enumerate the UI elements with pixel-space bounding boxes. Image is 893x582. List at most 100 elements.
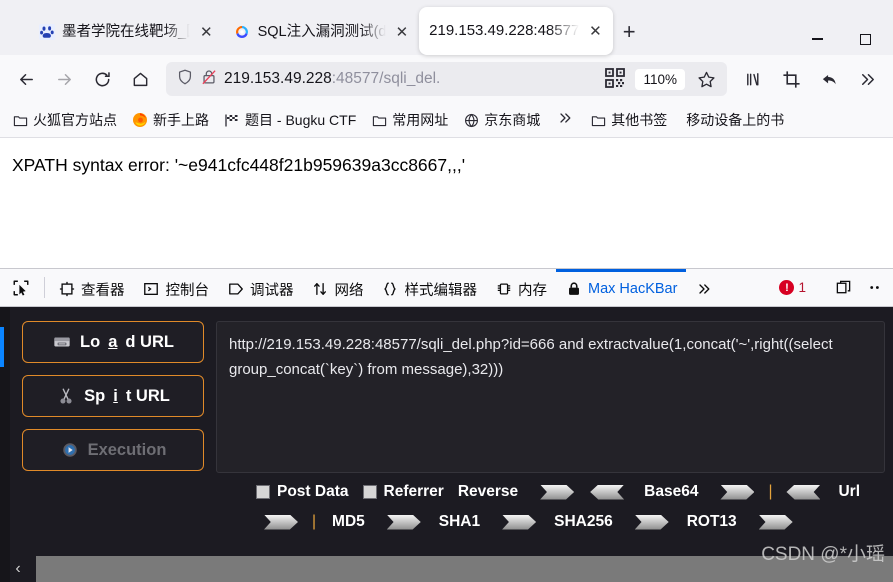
devtools-tab-label: 调试器 [250,282,294,299]
sha256-arrow-icon[interactable] [634,514,669,530]
tab-title: 219.153.49.228:48577/ [429,22,580,39]
reverse-encode-arrow-icon[interactable] [540,484,575,500]
library-icon[interactable] [735,62,771,96]
watermark: CSDN @*小瑶 [761,544,885,565]
load-url-button[interactable]: Lo a d URL [22,321,204,363]
referrer-checkbox[interactable] [362,485,377,499]
rot13-arrow-icon[interactable] [758,514,793,530]
new-tab-button[interactable]: + [613,19,646,45]
more-options-icon[interactable] [861,274,889,302]
bookmark-item-bugku-ctf[interactable]: 题目 - Bugku CTF [218,107,362,133]
sha256-label[interactable]: SHA256 [554,513,613,531]
folder-icon [12,112,28,128]
devtools-tabs-overflow[interactable] [686,269,722,306]
tab-title: 墨者学院在线靶场_国 [62,24,190,40]
browser-tab-2[interactable]: SQL注入漏洞测试(d ✕ [224,12,420,52]
debugger-icon [227,281,244,298]
bookmark-item-jd-mall[interactable]: 京东商城 [457,107,546,133]
devtools-right-controls: ! 1 [773,269,893,306]
chevron-double-right-icon[interactable] [849,62,885,96]
bookmark-item-other-bookmarks[interactable]: 其他书签 [584,107,673,133]
devtools-tab-network[interactable]: 网络 [303,269,373,306]
flag-icon [224,112,240,128]
sha1-label[interactable]: SHA1 [439,513,480,531]
devtools-panel: 查看器 控制台 调试器 网络 样式编辑器 内存 Max HacKBar ! 1 … [0,268,893,582]
hackbar-url-textarea[interactable]: http://219.153.49.228:48577/sqli_del.php… [216,321,885,473]
hackbar-panel: Lo a d URL Sp i t URL Execution http://2… [0,307,893,582]
star-icon[interactable] [691,64,721,94]
globe-icon [463,112,479,128]
url-text[interactable]: 219.153.49.228:48577/sqli_del. [224,70,599,88]
bookmarks-overflow-icon[interactable] [549,107,581,133]
url-host: 219.153.49.228 [224,70,332,87]
post-data-label: Post Data [277,483,349,500]
load-url-label-post: d URL [125,332,174,351]
devtools-tab-debugger[interactable]: 调试器 [218,269,303,306]
devtools-tab-style-editor[interactable]: 样式编辑器 [373,269,487,306]
undo-arrow-icon[interactable] [811,62,847,96]
shield-icon[interactable] [176,68,194,91]
reload-icon[interactable] [84,62,120,96]
lock-crossed-icon[interactable] [200,68,218,91]
dock-split-icon[interactable] [829,274,857,302]
folder-icon [371,112,387,128]
devtools-tab-console[interactable]: 控制台 [134,269,219,306]
cloud-icon [234,24,251,41]
play-icon [60,440,80,460]
url-bar[interactable]: 219.153.49.228:48577/sqli_del. 110% [166,62,727,96]
md5-arrow-icon[interactable] [386,514,421,530]
hackbar-options: Post Data Referrer Reverse Base64 | Url [8,473,893,537]
back-arrow-icon[interactable] [8,62,44,96]
error-count-badge[interactable]: ! 1 [773,280,812,295]
spit-url-button[interactable]: Sp i t URL [22,375,204,417]
window-controls [793,15,889,55]
rot13-label[interactable]: ROT13 [687,513,737,531]
devtools-tab-memory[interactable]: 内存 [486,269,556,306]
horizontal-scrollbar[interactable]: ‹ [0,556,893,582]
devtools-tab-max-hackbar[interactable]: Max HacKBar [556,269,687,306]
element-picker-icon[interactable] [4,269,40,306]
toolbar-divider [44,277,45,298]
bookmark-label: 常用网址 [392,112,449,128]
forward-arrow-icon[interactable] [46,62,82,96]
spit-url-label-pre: Sp [84,386,106,405]
url-label[interactable]: Url [838,483,860,501]
maximize-button[interactable] [841,23,889,55]
post-data-checkbox[interactable] [256,485,270,499]
baidu-paw-icon [38,24,55,41]
bookmark-item-common-sites[interactable]: 常用网址 [365,107,454,133]
devtools-tab-inspector[interactable]: 查看器 [49,269,134,306]
tab-close-button[interactable]: ✕ [393,23,412,42]
execution-button[interactable]: Execution [22,429,204,471]
md5-label[interactable]: MD5 [332,513,365,531]
base64-decode-arrow-icon[interactable] [786,484,821,500]
bookmark-item-mobile-bookmarks[interactable]: 移动设备上的书 [676,107,790,133]
spit-url-label-post: t URL [125,386,170,405]
tab-close-button[interactable]: ✕ [586,22,605,41]
zoom-level-badge[interactable]: 110% [635,68,685,90]
browser-tab-1[interactable]: 墨者学院在线靶场_国 ✕ [28,12,224,52]
page-content-area: XPATH syntax error: '~e941cfc448f21b9596… [0,137,893,268]
crop-icon[interactable] [773,62,809,96]
base64-label[interactable]: Base64 [644,483,698,501]
reverse-label[interactable]: Reverse [458,483,518,501]
minimize-button[interactable] [793,23,841,55]
qr-code-icon[interactable] [605,68,627,90]
home-icon[interactable] [122,62,158,96]
scissors-icon [56,386,76,406]
reverse-decode-arrow-icon[interactable] [590,484,625,500]
active-indicator [0,327,4,367]
url-encode-arrow-icon[interactable] [264,514,298,530]
bookmark-label: 京东商城 [484,112,541,128]
console-icon [143,281,160,298]
sha1-arrow-icon[interactable] [502,514,537,530]
tab-close-button[interactable]: ✕ [197,23,216,42]
bookmark-item-getting-started[interactable]: 新手上路 [126,107,215,133]
spit-url-accel: i [113,386,118,405]
devtools-tab-label: 内存 [518,282,547,299]
browser-tab-3-active[interactable]: 219.153.49.228:48577/ ✕ [419,7,613,55]
bookmark-label: 新手上路 [153,112,209,128]
bookmark-item-firefox-official[interactable]: 火狐官方站点 [6,107,123,133]
bookmark-label: 火狐官方站点 [33,112,117,128]
base64-encode-arrow-icon[interactable] [720,484,755,500]
